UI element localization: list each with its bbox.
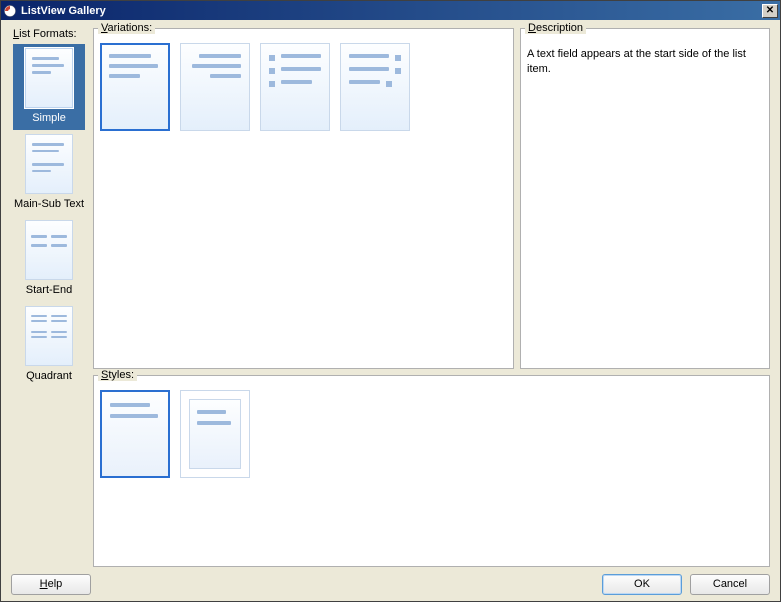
format-simple[interactable]: Simple: [13, 44, 85, 130]
format-label: Main-Sub Text: [13, 198, 85, 210]
variations-label: Variations:: [98, 22, 155, 34]
description-panel: Description A text field appears at the …: [520, 28, 770, 369]
titlebar: ListView Gallery ✕: [1, 1, 780, 20]
variation-4[interactable]: [340, 43, 410, 131]
cancel-button[interactable]: Cancel: [690, 574, 770, 595]
close-button[interactable]: ✕: [762, 4, 778, 18]
styles-label: Styles:: [98, 369, 137, 381]
styles-list: [100, 390, 763, 478]
top-row: Variations:: [93, 28, 770, 369]
button-bar: Help OK Cancel: [1, 573, 780, 601]
formats-label: List Formats:: [11, 28, 87, 44]
formats-column: List Formats: Simple Main-Sub Text: [11, 28, 87, 567]
dialog-window: ListView Gallery ✕ List Formats: Simple …: [0, 0, 781, 602]
content-area: List Formats: Simple Main-Sub Text: [1, 20, 780, 573]
format-quadrant[interactable]: Quadrant: [13, 302, 85, 388]
ok-button[interactable]: OK: [602, 574, 682, 595]
variation-2[interactable]: [180, 43, 250, 131]
format-thumb-icon: [25, 134, 73, 194]
description-label: Description: [525, 22, 586, 34]
variation-3[interactable]: [260, 43, 330, 131]
right-column: Variations:: [93, 28, 770, 567]
window-title: ListView Gallery: [21, 5, 762, 17]
styles-panel: Styles:: [93, 375, 770, 567]
app-icon: [3, 4, 17, 18]
style-2[interactable]: [180, 390, 250, 478]
format-thumb-icon: [25, 306, 73, 366]
help-button[interactable]: Help: [11, 574, 91, 595]
format-start-end[interactable]: Start-End: [13, 216, 85, 302]
format-main-sub[interactable]: Main-Sub Text: [13, 130, 85, 216]
formats-list: Simple Main-Sub Text Start-End: [11, 44, 87, 567]
style-1[interactable]: [100, 390, 170, 478]
format-thumb-icon: [25, 48, 73, 108]
variations-panel: Variations:: [93, 28, 514, 369]
format-label: Start-End: [13, 284, 85, 296]
format-label: Quadrant: [13, 370, 85, 382]
variations-list: [100, 43, 507, 131]
format-thumb-icon: [25, 220, 73, 280]
description-text: A text field appears at the start side o…: [527, 45, 763, 77]
variation-1[interactable]: [100, 43, 170, 131]
format-label: Simple: [13, 112, 85, 124]
